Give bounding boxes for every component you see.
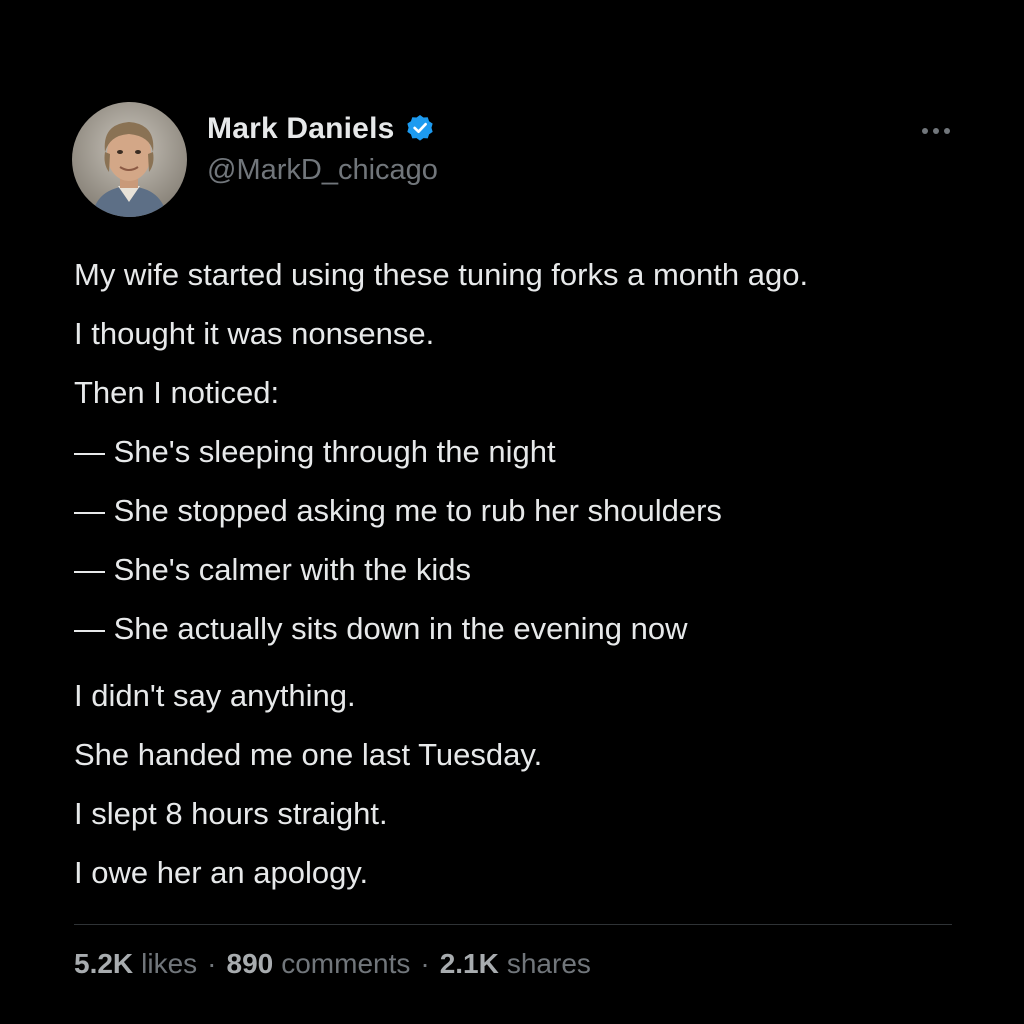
likes-label: likes: [141, 948, 198, 979]
post-line: She handed me one last Tuesday.: [74, 737, 543, 772]
likes-count: 5.2K: [74, 948, 134, 979]
post-line: — She's calmer with the kids: [74, 552, 472, 587]
name-row: Mark Daniels: [207, 108, 438, 150]
post-line: — She stopped asking me to rub her shoul…: [74, 493, 722, 528]
post-line: I thought it was nonsense.: [74, 316, 435, 351]
comments-count: 890: [226, 948, 274, 979]
shares-stat[interactable]: 2.1K shares: [440, 948, 591, 980]
likes-stat[interactable]: 5.2K likes: [74, 948, 197, 980]
post-line: I slept 8 hours straight.: [74, 796, 388, 831]
comments-label: comments: [281, 948, 411, 979]
display-name[interactable]: Mark Daniels: [207, 112, 394, 146]
post-line: — She's sleeping through the night: [74, 434, 556, 469]
more-options-icon[interactable]: [914, 118, 958, 144]
post-text: My wife started using these tuning forks…: [74, 250, 974, 907]
stat-separator: ·: [207, 948, 217, 979]
post-line: I didn't say anything.: [74, 678, 356, 713]
divider: [74, 924, 952, 925]
verified-badge-icon: [404, 113, 436, 145]
avatar[interactable]: [72, 102, 187, 217]
shares-count: 2.1K: [439, 948, 499, 979]
comments-stat[interactable]: 890 comments: [227, 948, 411, 980]
post-line: — She actually sits down in the evening …: [74, 611, 688, 646]
profile-photo: [72, 102, 187, 217]
post-line: My wife started using these tuning forks…: [74, 257, 809, 292]
post-card: Mark Daniels @MarkD_chicago My wife star…: [0, 0, 1024, 1024]
user-handle[interactable]: @MarkD_chicago: [207, 154, 438, 187]
engagement-stats: 5.2K likes · 890 comments · 2.1K shares: [74, 948, 591, 980]
shares-label: shares: [506, 948, 591, 979]
post-line: Then I noticed:: [74, 375, 280, 410]
stat-separator: ·: [420, 948, 430, 979]
author-info: Mark Daniels @MarkD_chicago: [207, 108, 438, 187]
post-line: I owe her an apology.: [74, 855, 369, 890]
